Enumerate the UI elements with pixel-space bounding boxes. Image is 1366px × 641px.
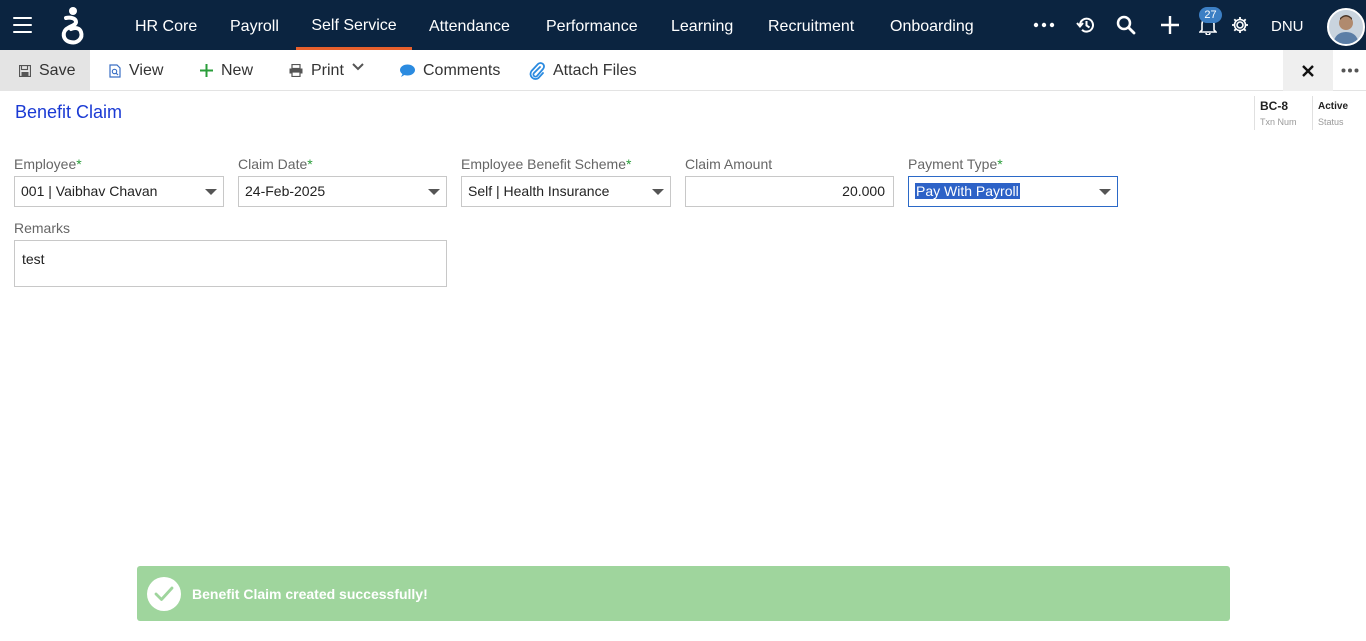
toast-message: Benefit Claim created successfully!	[192, 585, 428, 602]
more-options-icon[interactable]	[1334, 50, 1366, 91]
employee-label: Employee*	[14, 156, 82, 172]
dropdown-caret-icon	[1099, 189, 1111, 195]
new-label: New	[221, 61, 254, 79]
notification-count-badge: 27	[1199, 7, 1222, 23]
save-button[interactable]: Save	[0, 50, 90, 91]
printer-icon	[289, 64, 303, 77]
claim-date-label: Claim Date*	[238, 156, 313, 172]
comment-bubble-icon	[399, 64, 415, 78]
nav-tab-learning[interactable]: Learning	[671, 0, 733, 50]
required-marker: *	[76, 156, 82, 172]
payment-type-value: Pay With Payroll	[915, 183, 1020, 199]
hamburger-menu-icon[interactable]	[13, 17, 32, 33]
benefit-scheme-select[interactable]: Self | Health Insurance	[461, 176, 671, 207]
employee-value: 001 | Vaibhav Chavan	[21, 183, 158, 199]
status-block: Active Status	[1312, 96, 1366, 130]
dropdown-caret-icon	[205, 189, 217, 195]
payment-type-select[interactable]: Pay With Payroll	[908, 176, 1118, 207]
plus-icon	[200, 64, 213, 77]
add-icon[interactable]	[1158, 12, 1182, 38]
required-marker: *	[625, 156, 632, 172]
remarks-textarea[interactable]: test	[14, 240, 447, 287]
claim-amount-label: Claim Amount	[685, 156, 773, 172]
status-label: Status	[1318, 117, 1344, 127]
new-button[interactable]: New	[200, 50, 253, 91]
close-icon[interactable]	[1283, 50, 1333, 91]
benefit-scheme-label: Employee Benefit Scheme*	[461, 156, 632, 172]
attach-files-label: Attach Files	[553, 61, 637, 79]
view-document-icon	[109, 63, 121, 78]
status-value: Active	[1318, 101, 1349, 112]
app-logo[interactable]	[56, 6, 88, 46]
page-title: Benefit Claim	[15, 102, 123, 122]
employee-select[interactable]: 001 | Vaibhav Chavan	[14, 176, 224, 207]
claim-amount-input[interactable]: 20.000	[685, 176, 894, 207]
print-options-chevron-down-icon[interactable]	[352, 46, 364, 87]
action-toolbar: Save View New Print Comments Attach File…	[0, 50, 1366, 91]
txn-num-value: BC-8	[1260, 99, 1289, 113]
history-icon[interactable]	[1074, 12, 1098, 38]
benefit-scheme-value: Self | Health Insurance	[468, 183, 610, 199]
nav-tab-recruitment[interactable]: Recruitment	[768, 0, 854, 50]
required-marker: *	[997, 156, 1003, 172]
paperclip-icon	[529, 61, 545, 80]
nav-tab-payroll[interactable]: Payroll	[230, 0, 279, 50]
nav-tab-hr-core[interactable]: HR Core	[135, 0, 197, 50]
comments-label: Comments	[423, 61, 501, 79]
nav-tab-self-service[interactable]: Self Service	[296, 0, 412, 50]
top-nav-bar: HR Core Payroll Self Service Attendance …	[0, 0, 1366, 50]
success-toast: Benefit Claim created successfully!	[137, 566, 1230, 621]
floppy-disk-icon	[19, 64, 31, 77]
txn-num-label: Txn Num	[1260, 117, 1297, 127]
checkmark-icon	[147, 576, 181, 611]
dropdown-caret-icon	[428, 189, 440, 195]
print-label: Print	[311, 61, 344, 79]
nav-tab-performance[interactable]: Performance	[546, 0, 638, 50]
dropdown-caret-icon	[652, 189, 664, 195]
print-button[interactable]: Print	[289, 50, 344, 91]
settings-gear-icon[interactable]	[1228, 12, 1252, 38]
search-icon[interactable]	[1114, 12, 1138, 38]
claim-date-select[interactable]: 24-Feb-2025	[238, 176, 447, 207]
nav-tab-onboarding[interactable]: Onboarding	[890, 0, 974, 50]
view-button[interactable]: View	[109, 50, 163, 91]
user-code[interactable]: DNU	[1271, 0, 1304, 54]
more-menu-icon[interactable]	[1032, 12, 1056, 38]
view-label: View	[129, 61, 164, 79]
comments-button[interactable]: Comments	[399, 50, 500, 91]
attach-files-button[interactable]: Attach Files	[529, 50, 637, 91]
nav-tab-attendance[interactable]: Attendance	[429, 0, 510, 50]
user-avatar[interactable]	[1327, 8, 1365, 46]
claim-date-value: 24-Feb-2025	[245, 183, 326, 199]
remarks-label: Remarks	[14, 220, 71, 236]
payment-type-label: Payment Type*	[908, 156, 1003, 172]
save-label: Save	[39, 61, 76, 79]
required-marker: *	[307, 156, 313, 172]
txn-num-block: BC-8 Txn Num	[1254, 96, 1312, 130]
